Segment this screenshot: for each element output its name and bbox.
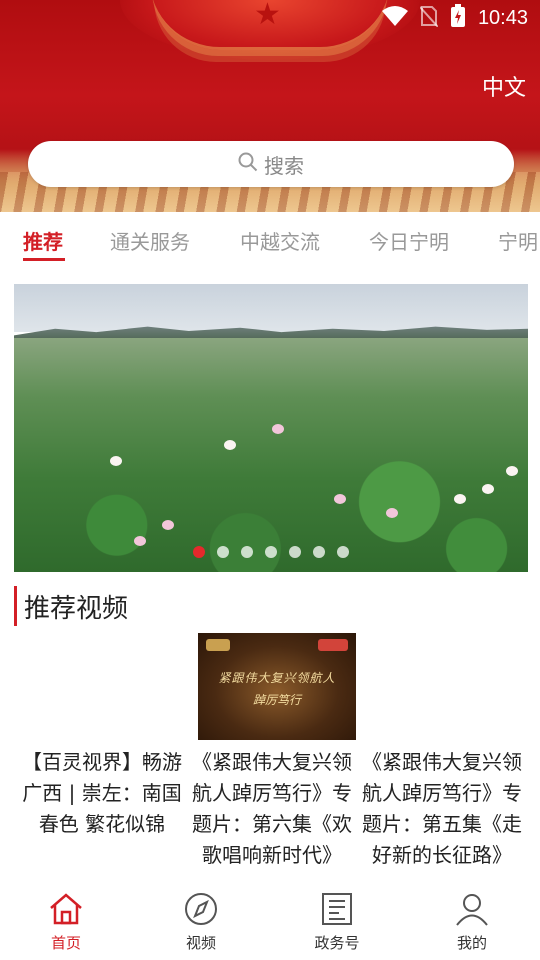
- lotus-flower: [506, 466, 518, 476]
- carousel-dot[interactable]: [241, 546, 253, 558]
- home-icon: [48, 892, 84, 930]
- wifi-icon: [381, 6, 408, 30]
- card-title-line: 题片：第五集《走: [362, 812, 522, 836]
- compass-icon: [183, 892, 219, 930]
- section-title: 推荐视频: [24, 594, 129, 624]
- status-time: 10:43: [477, 6, 528, 29]
- tab-china-vietnam[interactable]: 中越交流: [240, 226, 320, 255]
- carousel-dot[interactable]: [217, 546, 229, 558]
- thumbnail-title: 紧跟伟大复兴领航人: [218, 671, 336, 685]
- banner-carousel[interactable]: [14, 284, 528, 572]
- lotus-flower: [334, 494, 346, 504]
- star-icon: ★: [254, 0, 281, 32]
- card-title-line: 题片：第六集《欢: [192, 812, 352, 836]
- video-card-title[interactable]: 《紧跟伟大复兴领 航人踔厉笃行》专 题片：第六集《欢 歌唱响新时代》: [184, 747, 360, 871]
- tab-recommend[interactable]: 推荐: [23, 226, 63, 255]
- carousel-dot[interactable]: [337, 546, 349, 558]
- carousel-dots: [14, 546, 528, 558]
- carousel-dot[interactable]: [193, 546, 205, 558]
- section-accent-bar: [14, 586, 17, 626]
- lotus-flower: [482, 484, 494, 494]
- bottom-navigation: 首页 视频 政务号 我的: [0, 880, 540, 960]
- search-bar[interactable]: 搜索: [28, 141, 514, 187]
- card-title-line: 广西 | 崇左：南国: [22, 781, 182, 805]
- no-sim-icon: [419, 5, 439, 31]
- tab-ningming[interactable]: 宁明: [498, 226, 538, 255]
- nav-home[interactable]: 首页: [31, 892, 101, 953]
- battery-charging-icon: [450, 4, 466, 32]
- thumbnail-subtitle: 踔厉笃行: [252, 693, 301, 707]
- user-icon: [454, 892, 490, 930]
- channel-logo: [206, 639, 230, 651]
- lotus-flower: [386, 508, 398, 518]
- nav-video[interactable]: 视频: [166, 892, 236, 953]
- nav-label: 视频: [185, 934, 216, 952]
- banner-sky: [14, 284, 528, 332]
- tab-customs-service[interactable]: 通关服务: [110, 226, 190, 255]
- header-banner: ★ 10:43 中文 搜索: [0, 0, 540, 212]
- lotus-flower: [454, 494, 466, 504]
- language-switch[interactable]: 中文: [482, 70, 526, 102]
- card-title-line: 《紧跟伟大复兴领: [362, 750, 522, 774]
- nav-government[interactable]: 政务号: [302, 892, 372, 953]
- nav-label: 首页: [50, 934, 81, 952]
- card-title-line: 好新的长征路》: [372, 843, 512, 867]
- carousel-dot[interactable]: [265, 546, 277, 558]
- lotus-flower: [110, 456, 122, 466]
- search-placeholder: 搜索: [264, 153, 304, 178]
- lotus-flower: [272, 424, 284, 434]
- card-title-line: 【百灵视界】畅游: [22, 750, 182, 774]
- carousel-dot[interactable]: [313, 546, 325, 558]
- lotus-flower: [134, 536, 146, 546]
- card-title-line: 《紧跟伟大复兴领: [192, 750, 352, 774]
- card-title-line: 春色 繁花似锦: [38, 812, 166, 836]
- nav-label: 政务号: [314, 934, 360, 952]
- lotus-flower: [162, 520, 174, 530]
- active-tab-indicator: [23, 258, 65, 261]
- nav-label: 我的: [456, 934, 487, 952]
- video-card-title[interactable]: 【百灵视界】畅游 广西 | 崇左：南国 春色 繁花似锦: [14, 747, 190, 840]
- card-title-line: 歌唱响新时代》: [202, 843, 342, 867]
- tab-today-ningming[interactable]: 今日宁明: [369, 226, 449, 255]
- video-card-title[interactable]: 《紧跟伟大复兴领 航人踔厉笃行》专 题片：第五集《走 好新的长征路》: [354, 747, 530, 871]
- status-bar: 10:43: [381, 4, 528, 32]
- card-title-line: 航人踔厉笃行》专: [362, 781, 522, 805]
- station-logo: [318, 639, 348, 651]
- search-icon: [238, 152, 258, 176]
- lotus-flower: [224, 440, 236, 450]
- category-tabs: 推荐 通关服务 中越交流 今日宁明 宁明: [0, 212, 540, 268]
- lotus-field-image: [14, 338, 528, 572]
- card-title-line: 航人踔厉笃行》专: [192, 781, 352, 805]
- nav-profile[interactable]: 我的: [437, 892, 507, 953]
- carousel-dot[interactable]: [289, 546, 301, 558]
- newspaper-icon: [319, 892, 355, 930]
- video-thumbnail[interactable]: 紧跟伟大复兴领航人 踔厉笃行: [198, 633, 356, 740]
